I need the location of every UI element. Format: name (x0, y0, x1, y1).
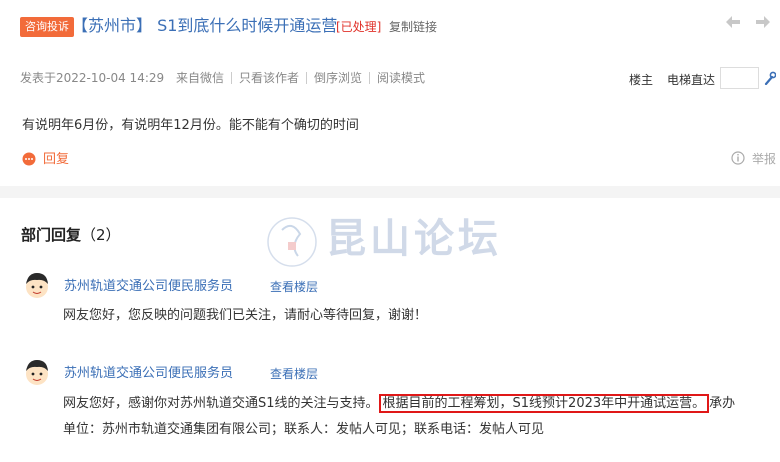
elevator-input[interactable] (720, 67, 759, 89)
avatar (26, 273, 48, 298)
reply-author[interactable]: 苏州轨道交通公司便民服务员 (64, 365, 233, 383)
post-source: 来自微信 (175, 71, 224, 85)
avatar (26, 360, 48, 385)
floor-owner-label: 楼主 (629, 73, 654, 87)
reply-text-line2: 单位：苏州市轨道交通集团有限公司；联系人：发帖人可见；联系电话：发帖人可见 (63, 422, 545, 437)
meta-divider (306, 72, 307, 84)
prev-thread-icon[interactable] (725, 15, 741, 29)
section-divider (0, 186, 780, 198)
next-thread-icon[interactable] (755, 15, 771, 29)
dept-replies-heading: 部门回复（2） (21, 226, 121, 244)
wrench-icon[interactable] (764, 71, 776, 85)
thread-title: 【苏州市】 S1到底什么时候开通运营 (72, 16, 338, 35)
only-author-link[interactable]: 只看该作者 (239, 71, 299, 85)
report-icon[interactable] (731, 151, 745, 165)
reply-icon[interactable] (22, 152, 36, 166)
reply-button[interactable]: 回复 (43, 151, 69, 169)
reply-text: 网友您好，感谢你对苏州轨道交通S1线的关注与支持。 根据目前的工程筹划，S1线预计… (63, 394, 735, 414)
highlighted-text: 根据目前的工程筹划，S1线预计2023年中开通试运营。 (378, 394, 710, 413)
see-floor-link[interactable]: 查看楼层 (270, 366, 318, 382)
copy-link-button[interactable]: 复制链接 (389, 19, 437, 35)
status-badge: [已处理] (336, 20, 382, 34)
post-date: 发表于2022-10-04 14:29 (20, 71, 165, 85)
see-floor-link[interactable]: 查看楼层 (270, 279, 318, 295)
watermark-text: 昆山论坛 (326, 216, 502, 262)
post-meta: 发表于2022-10-04 14:29 来自微信 只看该作者 倒序浏览 阅读模式 (20, 70, 425, 86)
category-tag[interactable]: 咨询投诉 (20, 17, 74, 37)
meta-divider (369, 72, 371, 84)
reply-author[interactable]: 苏州轨道交通公司便民服务员 (64, 278, 233, 296)
watermark-logo: 昆山论坛 (267, 216, 502, 267)
reply-text-part: 网友您好，感谢你对苏州轨道交通S1线的关注与支持。 (63, 396, 379, 411)
report-button[interactable]: 举报 (752, 151, 776, 167)
meta-divider (230, 72, 232, 84)
reply-text-part: 承办 (709, 396, 736, 411)
elevator-label: 电梯直达 (667, 73, 716, 87)
post-content: 有说明年6月份，有说明年12月份。能不能有个确切的时间 (22, 118, 359, 133)
reading-mode-link[interactable]: 阅读模式 (377, 71, 425, 85)
reply-text: 网友您好，您反映的问题我们已关注，请耐心等待回复，谢谢！ (63, 308, 428, 323)
reverse-order-link[interactable]: 倒序浏览 (314, 71, 362, 85)
